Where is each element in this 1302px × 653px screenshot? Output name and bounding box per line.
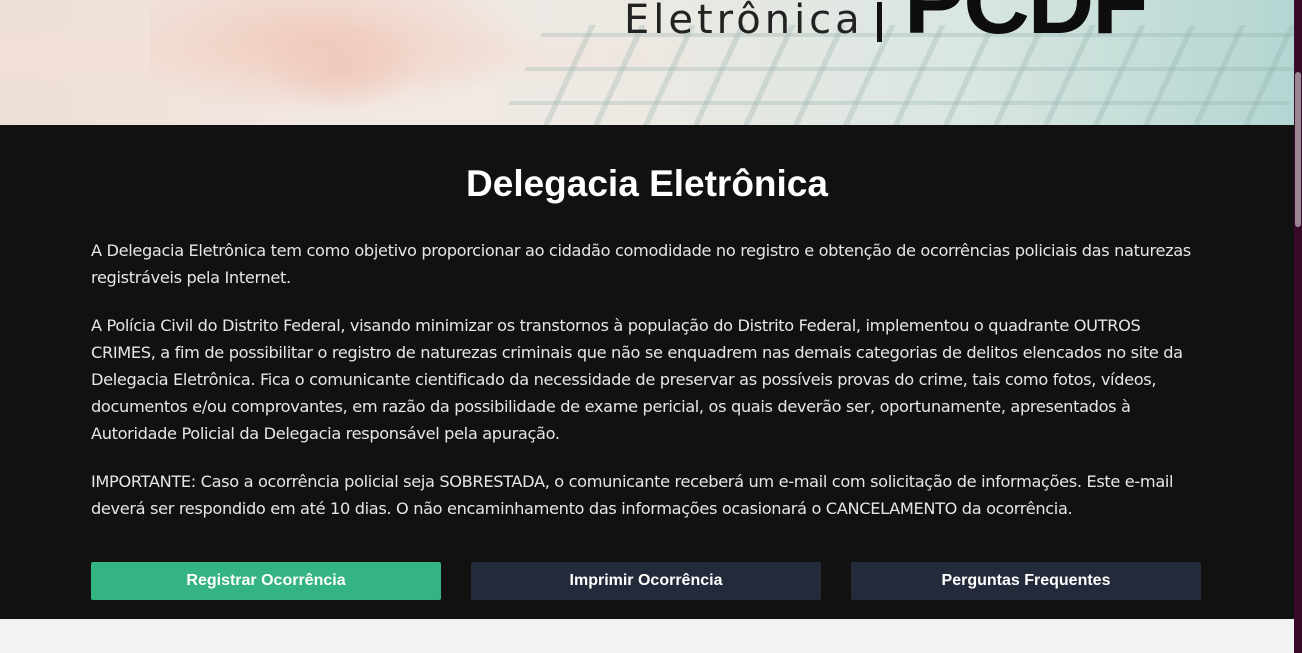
scrollbar[interactable] xyxy=(1294,0,1302,653)
brand-pcdf-logo: PCDF xyxy=(904,0,1148,53)
register-occurrence-button[interactable]: Registrar Ocorrência xyxy=(91,562,441,600)
hero-banner: Eletrônica PCDF xyxy=(0,0,1294,125)
hero-keyboard-image xyxy=(494,25,1294,125)
brand-text: Eletrônica xyxy=(624,0,864,43)
outros-crimes-paragraph: A Polícia Civil do Distrito Federal, vis… xyxy=(91,316,1183,443)
hero-finger-image xyxy=(260,20,420,110)
brand-divider xyxy=(877,2,882,42)
intro-paragraph: A Delegacia Eletrônica tem como objetivo… xyxy=(91,241,1191,287)
info-panel: Delegacia Eletrônica A Delegacia Eletrôn… xyxy=(0,125,1294,619)
faq-button[interactable]: Perguntas Frequentes xyxy=(851,562,1201,600)
scrollbar-thumb[interactable] xyxy=(1295,72,1301,227)
important-paragraph: IMPORTANTE: Caso a ocorrência policial s… xyxy=(91,472,1174,518)
print-occurrence-button[interactable]: Imprimir Ocorrência xyxy=(471,562,821,600)
page-title: Delegacia Eletrônica xyxy=(466,163,828,204)
